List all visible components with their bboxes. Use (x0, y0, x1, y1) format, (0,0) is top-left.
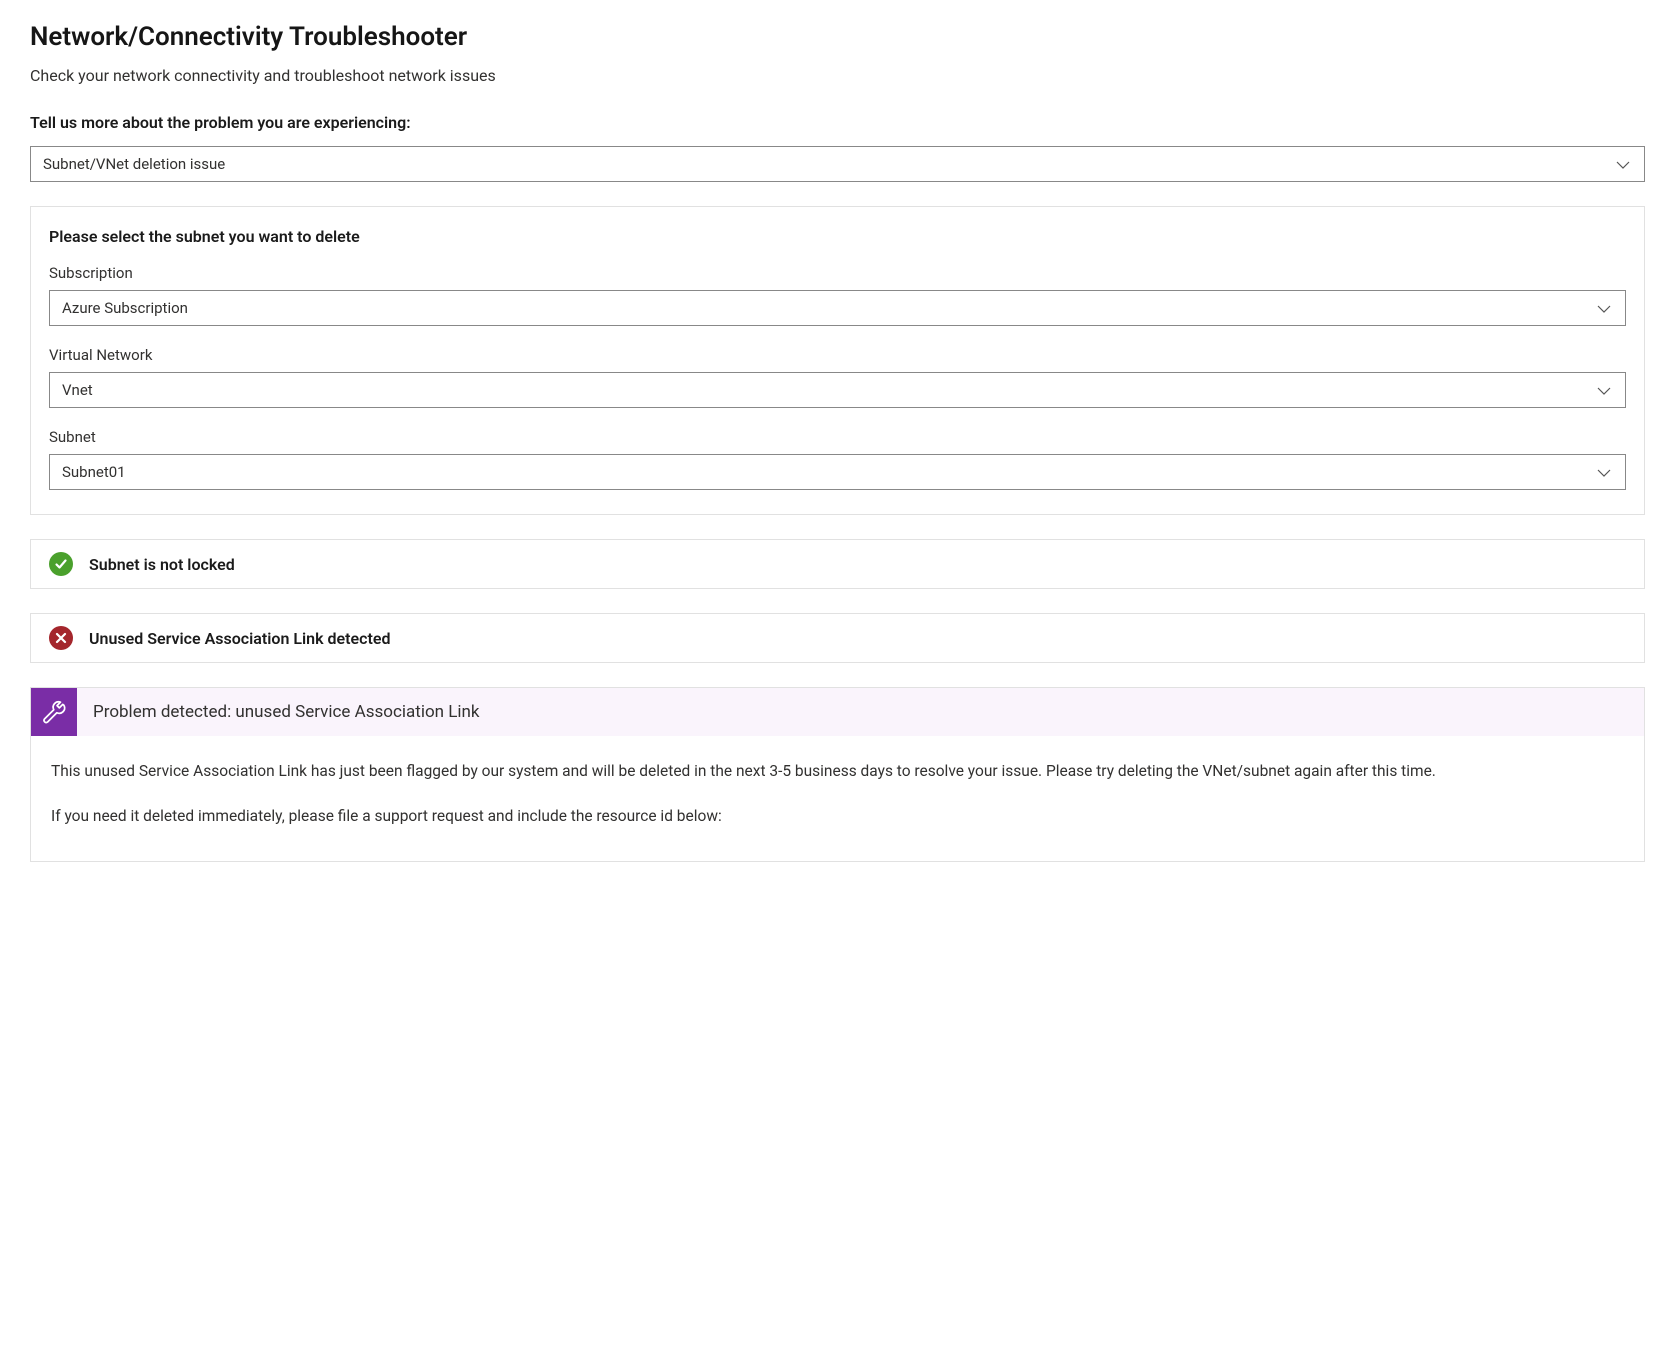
chevron-down-icon (1597, 381, 1611, 399)
problem-header: Problem detected: unused Service Associa… (31, 688, 1644, 736)
subnet-field-group: Subnet Subnet01 (49, 428, 1626, 490)
subscription-label: Subscription (49, 264, 1626, 282)
virtual-network-label: Virtual Network (49, 346, 1626, 364)
status-sal-text: Unused Service Association Link detected (89, 629, 390, 648)
subnet-value: Subnet01 (62, 463, 126, 481)
status-sal-detected: Unused Service Association Link detected (30, 613, 1645, 663)
virtual-network-field-group: Virtual Network Vnet (49, 346, 1626, 408)
problem-title: Problem detected: unused Service Associa… (77, 688, 496, 736)
virtual-network-dropdown[interactable]: Vnet (49, 372, 1626, 408)
subnet-label: Subnet (49, 428, 1626, 446)
subnet-selection-panel: Please select the subnet you want to del… (30, 206, 1645, 515)
chevron-down-icon (1597, 299, 1611, 317)
success-check-icon (49, 552, 73, 576)
subscription-field-group: Subscription Azure Subscription (49, 264, 1626, 326)
problem-paragraph-1: This unused Service Association Link has… (51, 760, 1624, 783)
problem-type-dropdown[interactable]: Subnet/VNet deletion issue (30, 146, 1645, 182)
error-x-icon (49, 626, 73, 650)
virtual-network-value: Vnet (62, 381, 93, 399)
problem-detail-panel: Problem detected: unused Service Associa… (30, 687, 1645, 862)
problem-paragraph-2: If you need it deleted immediately, plea… (51, 805, 1624, 828)
chevron-down-icon (1597, 463, 1611, 481)
status-subnet-lock-text: Subnet is not locked (89, 555, 235, 574)
chevron-down-icon (1616, 155, 1630, 173)
page-subtitle: Check your network connectivity and trou… (30, 66, 1645, 85)
panel-heading: Please select the subnet you want to del… (49, 227, 1626, 246)
subscription-dropdown[interactable]: Azure Subscription (49, 290, 1626, 326)
problem-type-value: Subnet/VNet deletion issue (43, 155, 225, 173)
problem-body: This unused Service Association Link has… (31, 736, 1644, 861)
subnet-dropdown[interactable]: Subnet01 (49, 454, 1626, 490)
page-title: Network/Connectivity Troubleshooter (30, 22, 1645, 52)
problem-prompt-label: Tell us more about the problem you are e… (30, 113, 1645, 132)
status-subnet-lock: Subnet is not locked (30, 539, 1645, 589)
subscription-value: Azure Subscription (62, 299, 188, 317)
wrench-icon (31, 688, 77, 736)
